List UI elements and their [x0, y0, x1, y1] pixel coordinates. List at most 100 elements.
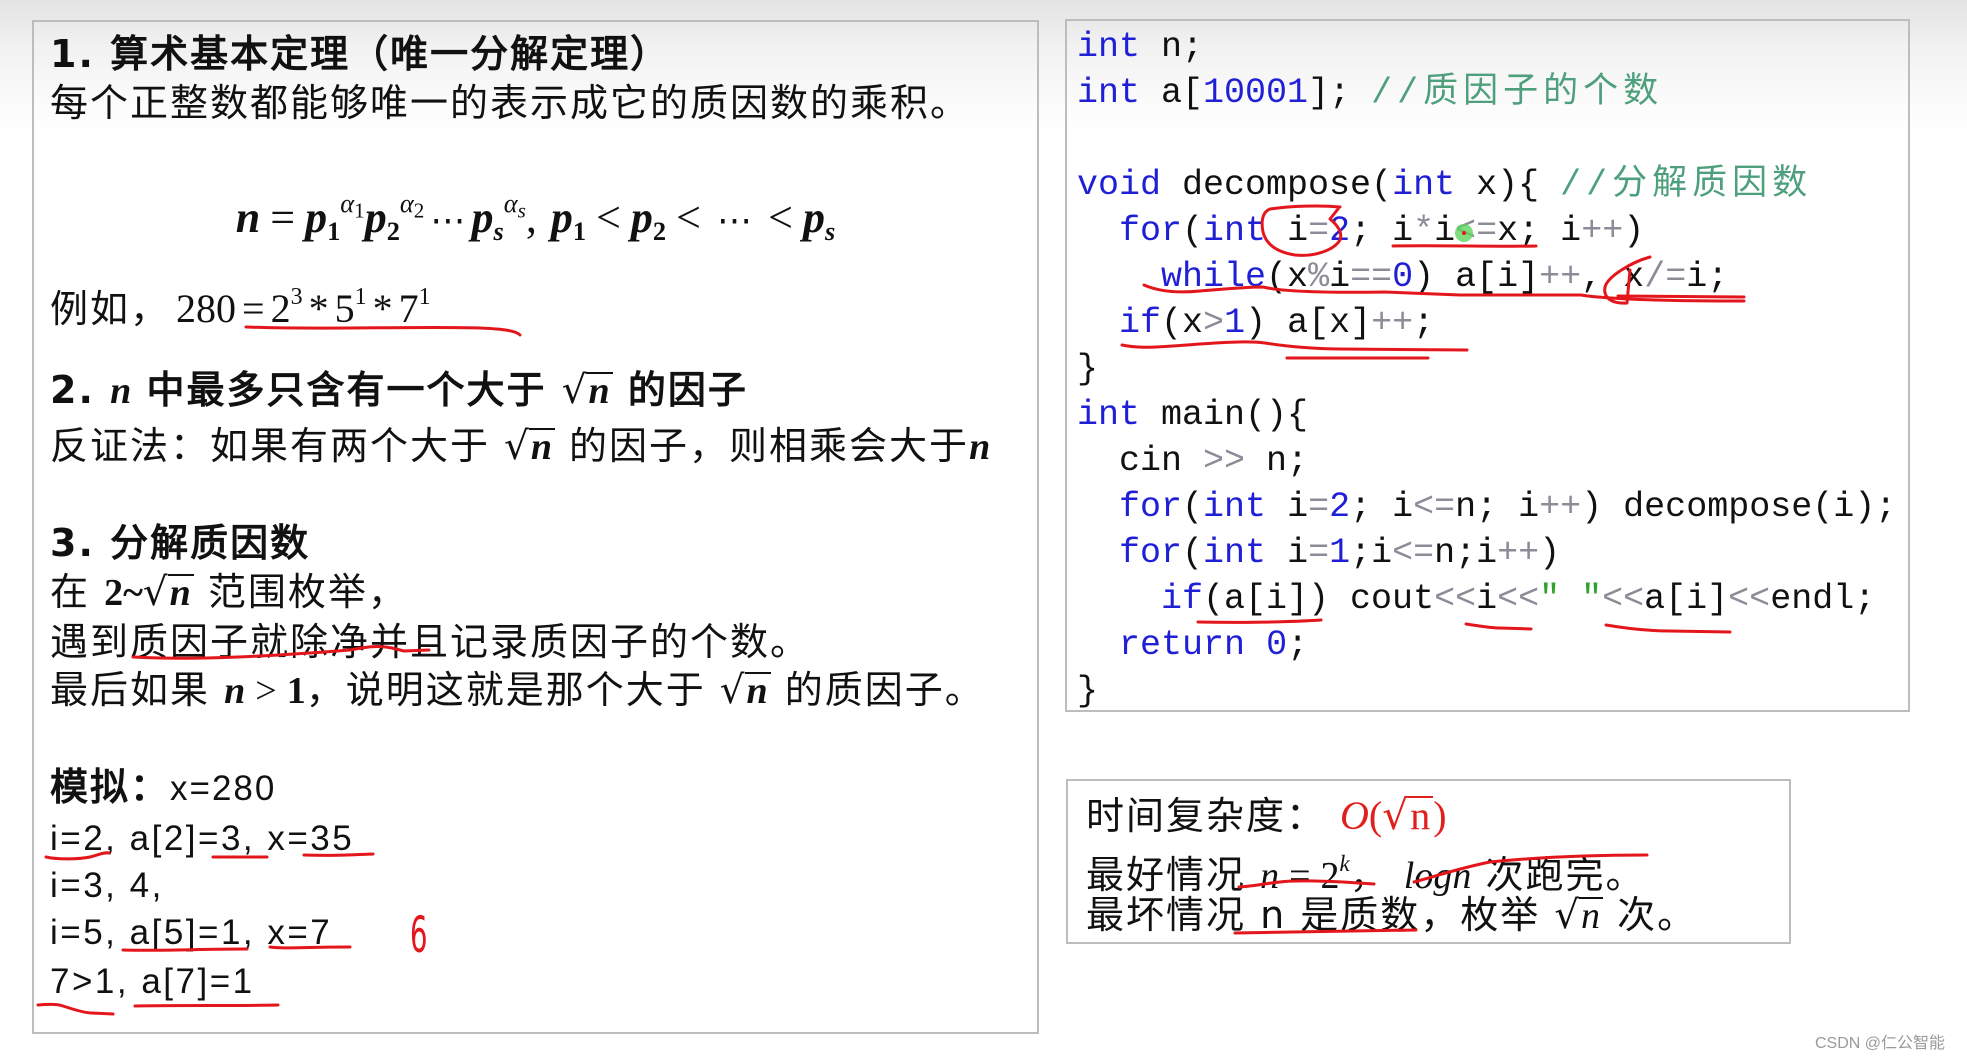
code-token-number: 1 [1329, 533, 1351, 573]
code-token-plain: ) a[i] [1413, 257, 1540, 297]
code-token-plain: ;i [1350, 533, 1393, 573]
example-equals: = [242, 286, 265, 331]
code-line: if(a[i]) cout<<i<<" "<<a[i]<<endl; [1077, 576, 1896, 622]
formula-factor: p1α1 [305, 188, 365, 246]
code-token-comment: //分解质因数 [1560, 165, 1813, 205]
sqrt-n: √n [1554, 893, 1604, 938]
factor-index: s [493, 215, 504, 246]
code-token-plain: } [1077, 349, 1099, 389]
factor-exponent: α2 [399, 188, 424, 222]
prime-base: p [630, 192, 653, 242]
formula-dots: ⋯ [430, 199, 466, 241]
var-n: n [110, 370, 132, 412]
code-line: int a[10001]; //质因子的个数 [1077, 70, 1896, 116]
code-line: while(x%i==0) a[i]++, x/=i; [1077, 254, 1896, 300]
exponent-symbol: α [340, 188, 355, 218]
section1-title: 1. 算术基本定理（唯一分解定理） [50, 32, 671, 76]
prime-index: s [824, 215, 836, 246]
remainder-value: 1 [286, 670, 306, 712]
factor-index: 1 [327, 215, 341, 246]
complexity-label: 时间复杂度： [1086, 794, 1327, 838]
factor-exponent: αs [504, 188, 526, 222]
example-number: 280 [176, 286, 237, 331]
worst-case-suffix: 次。 [1617, 893, 1698, 937]
radicand: n [1408, 796, 1434, 835]
example-times: * [308, 286, 329, 331]
prime-index: 1 [572, 215, 587, 246]
sqrt-icon: √ [504, 424, 529, 469]
code-token-operator: << [1602, 579, 1645, 619]
range-start: 2~ [104, 572, 143, 614]
section2-title-text: 中最多只含有一个大于 [146, 368, 547, 412]
code-line: for(int i=2; i*i<=x; i++) [1077, 208, 1896, 254]
code-token-operator: % [1308, 257, 1330, 297]
formula-factor: psαs [472, 188, 526, 246]
factor-base: 7 [398, 286, 419, 331]
exponent-symbol: α [399, 188, 414, 218]
code-token-keyword: int [1077, 73, 1141, 113]
prime-index: 2 [652, 215, 667, 246]
prime-base: p [550, 192, 573, 242]
example-factor: 51 [335, 284, 367, 331]
code-token-operator: <= [1413, 487, 1456, 527]
code-token-keyword: if [1161, 579, 1204, 619]
code-token-plain: ; i [1350, 211, 1414, 251]
code-token-operator: << [1728, 579, 1771, 619]
code-token-keyword: for [1119, 211, 1183, 251]
formula-equals: = [270, 192, 296, 242]
code-token-keyword: for [1119, 487, 1183, 527]
simulation-step: i=3, 4, [50, 866, 164, 905]
code-line: int main(){ [1077, 392, 1896, 438]
code-token-operator: ++ [1371, 303, 1414, 343]
simulation-title: 模拟：x=280 [50, 763, 276, 811]
big-o-notation: O(√n) [1340, 791, 1447, 839]
code-token-operator: > [1203, 303, 1225, 343]
code-line: void decompose(int x){ //分解质因数 [1077, 162, 1896, 208]
sqrt-n: √n [720, 668, 771, 713]
section3-range: 在 2~√n 范围枚举， [50, 568, 408, 616]
code-panel: int n; int a[10001]; //质因子的个数 void decomp… [1065, 19, 1910, 712]
code-token-number: 10001 [1203, 73, 1309, 113]
less-than: < [676, 192, 701, 242]
code-token-plain: , x [1581, 257, 1645, 297]
code-line: for(int i=1;i<=n;i++) [1077, 530, 1896, 576]
code-token-plain: a[i] [1644, 579, 1729, 619]
proof-mid: 的因子，则相乘会大于 [569, 424, 970, 468]
code-token-plain: ) [1539, 533, 1561, 573]
best-case-line: 最好情况 n = 2k， logn 次跑完。 [1086, 840, 1645, 897]
code-token-plain: (a[i]) cout [1203, 579, 1435, 619]
code-token-plain: i [1266, 211, 1309, 251]
section2-number: 2. [50, 368, 95, 412]
code-token-plain: i; [1686, 257, 1729, 297]
code-token-plain: endl; [1770, 579, 1876, 619]
example-times: * [372, 286, 393, 331]
code-token-operator: = [1308, 211, 1330, 251]
code-token-number: 1 [1224, 303, 1246, 343]
code-token-keyword: void [1077, 165, 1162, 205]
code-token-plain: ( [1182, 487, 1204, 527]
code-token-keyword: for [1119, 533, 1183, 573]
example-line: 例如， 280 = 23 * 51 * 71 [50, 273, 431, 331]
factor-base: 2 [270, 286, 291, 331]
less-than: < [768, 192, 793, 242]
ordering-prime: p1 [550, 192, 587, 246]
example-equation: 280 = 23 * 51 * 71 [176, 284, 431, 331]
code-token-plain: cin [1077, 441, 1204, 481]
proof-prefix: 反证法：如果有两个大于 [50, 424, 491, 468]
big-o-close: ) [1433, 793, 1447, 838]
sqrt-n: √n [1382, 791, 1434, 839]
code-token-plain: i [1266, 487, 1309, 527]
complexity-line: 时间复杂度： O(√n) [1086, 791, 1447, 839]
code-token-comment: //质因子的个数 [1371, 73, 1664, 113]
simulation-label: 模拟： [50, 765, 171, 809]
code-token-operator: /= [1644, 257, 1687, 297]
code-token-plain: ( [1182, 211, 1204, 251]
var-n: n [969, 426, 991, 468]
radicand: n [528, 428, 555, 466]
section3-title: 3. 分解质因数 [50, 521, 311, 565]
